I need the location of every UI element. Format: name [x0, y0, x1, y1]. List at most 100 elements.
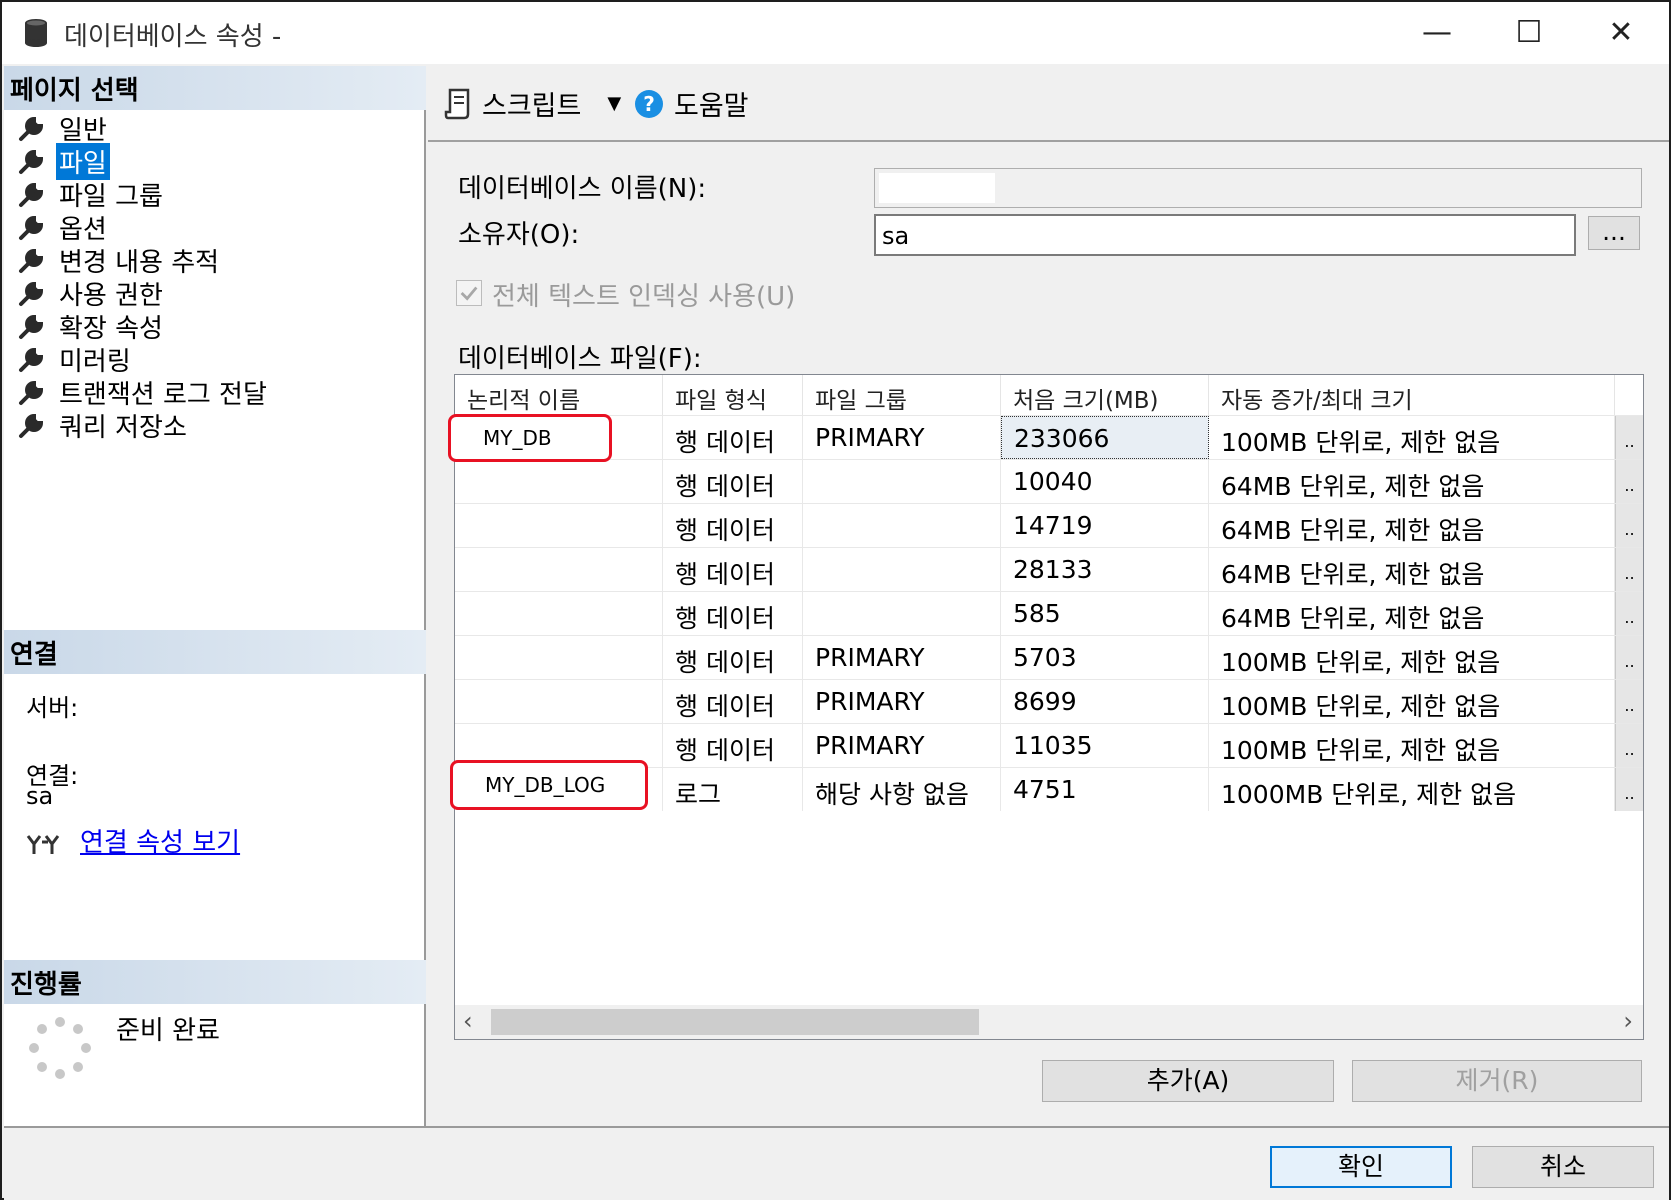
- cell-group[interactable]: 해당 사항 없음: [803, 768, 1001, 811]
- db-files-grid[interactable]: 논리적 이름파일 형식파일 그룹처음 크기(MB)자동 증가/최대 크기 MY_…: [454, 374, 1644, 1040]
- view-connection-properties-link[interactable]: 연결 속성 보기: [80, 822, 240, 859]
- column-header[interactable]: 자동 증가/최대 크기: [1209, 375, 1615, 415]
- title-bar[interactable]: 데이터베이스 속성 - — ☐ ✕: [2, 2, 1669, 64]
- cell-growth[interactable]: 100MB 단위로, 제한 없음: [1209, 680, 1615, 723]
- nav-item[interactable]: 미러링: [18, 343, 270, 377]
- table-row[interactable]: 행 데이터 28133 64MB 단위로, 제한 없음..: [455, 547, 1643, 591]
- cell-size[interactable]: 233066: [1001, 416, 1209, 459]
- cell-group[interactable]: [803, 592, 1001, 635]
- cell-growth[interactable]: 64MB 단위로, 제한 없음: [1209, 592, 1615, 635]
- cell-name[interactable]: [455, 636, 663, 679]
- cell-size[interactable]: 585: [1001, 592, 1209, 635]
- scroll-right-icon[interactable]: ›: [1623, 1007, 1633, 1035]
- script-button[interactable]: 스크립트 ▼: [444, 84, 621, 123]
- cell-group[interactable]: [803, 460, 1001, 503]
- wrench-icon: [19, 248, 44, 273]
- cell-type[interactable]: 행 데이터: [663, 460, 803, 503]
- column-header[interactable]: 논리적 이름: [455, 375, 663, 415]
- cell-size[interactable]: 11035: [1001, 724, 1209, 767]
- column-header[interactable]: 파일 형식: [663, 375, 803, 415]
- growth-edit-button[interactable]: ..: [1615, 768, 1643, 811]
- owner-browse-button[interactable]: ...: [1588, 216, 1640, 250]
- maximize-button[interactable]: ☐: [1494, 10, 1564, 56]
- table-row[interactable]: 행 데이터 585 64MB 단위로, 제한 없음..: [455, 591, 1643, 635]
- nav-item[interactable]: 트랜잭션 로그 전달: [18, 376, 270, 410]
- scroll-left-icon[interactable]: ‹: [463, 1007, 473, 1035]
- owner-input[interactable]: sa: [874, 214, 1576, 256]
- cell-group[interactable]: PRIMARY: [803, 680, 1001, 723]
- cell-growth[interactable]: 64MB 단위로, 제한 없음: [1209, 548, 1615, 591]
- cell-size[interactable]: 4751: [1001, 768, 1209, 811]
- cell-growth[interactable]: 100MB 단위로, 제한 없음: [1209, 416, 1615, 459]
- cell-name[interactable]: [455, 460, 663, 503]
- table-row[interactable]: 행 데이터 PRIMARY 5703 100MB 단위로, 제한 없음..: [455, 635, 1643, 679]
- cell-group[interactable]: PRIMARY: [803, 724, 1001, 767]
- growth-edit-button[interactable]: ..: [1615, 680, 1643, 723]
- scrollbar-thumb[interactable]: [491, 1009, 979, 1035]
- cell-growth[interactable]: 100MB 단위로, 제한 없음: [1209, 636, 1615, 679]
- table-row[interactable]: 행 데이터 14719 64MB 단위로, 제한 없음..: [455, 503, 1643, 547]
- cell-size[interactable]: 14719: [1001, 504, 1209, 547]
- cell-type[interactable]: 행 데이터: [663, 504, 803, 547]
- growth-edit-button[interactable]: ..: [1615, 636, 1643, 679]
- nav-item[interactable]: 확장 속성: [18, 310, 270, 344]
- cell-size[interactable]: 28133: [1001, 548, 1209, 591]
- script-dropdown-icon[interactable]: ▼: [607, 93, 621, 114]
- nav-item[interactable]: 옵션: [18, 211, 270, 245]
- add-button[interactable]: 추가(A): [1042, 1060, 1334, 1102]
- cell-type[interactable]: 행 데이터: [663, 416, 803, 459]
- nav-item[interactable]: 파일 그룹: [18, 178, 270, 212]
- column-header[interactable]: 파일 그룹: [803, 375, 1001, 415]
- growth-edit-button[interactable]: ..: [1615, 724, 1643, 767]
- cell-name[interactable]: [455, 504, 663, 547]
- cell-name[interactable]: [455, 548, 663, 591]
- nav-item-label: 사용 권한: [59, 281, 163, 311]
- fulltext-checkbox[interactable]: [456, 280, 482, 306]
- nav-item[interactable]: 일반: [18, 112, 270, 146]
- ok-button[interactable]: 확인: [1270, 1146, 1452, 1188]
- minimize-button[interactable]: —: [1402, 10, 1472, 56]
- table-row[interactable]: 행 데이터 PRIMARY 8699 100MB 단위로, 제한 없음..: [455, 679, 1643, 723]
- cell-group[interactable]: PRIMARY: [803, 636, 1001, 679]
- cell-group[interactable]: [803, 504, 1001, 547]
- cell-size[interactable]: 8699: [1001, 680, 1209, 723]
- nav-item[interactable]: 변경 내용 추적: [18, 244, 270, 278]
- nav-item[interactable]: 쿼리 저장소: [18, 409, 270, 443]
- horizontal-scrollbar[interactable]: ‹ ›: [455, 1005, 1643, 1039]
- help-button[interactable]: ? 도움말: [634, 84, 749, 123]
- cell-group[interactable]: [803, 548, 1001, 591]
- growth-edit-button[interactable]: ..: [1615, 504, 1643, 547]
- remove-button[interactable]: 제거(R): [1352, 1060, 1642, 1102]
- nav-item[interactable]: 사용 권한: [18, 277, 270, 311]
- table-row[interactable]: MY_DB행 데이터PRIMARY233066100MB 단위로, 제한 없음.…: [455, 415, 1643, 459]
- growth-edit-button[interactable]: ..: [1615, 416, 1643, 459]
- progress-header: 진행률: [4, 960, 426, 1004]
- cell-type[interactable]: 행 데이터: [663, 680, 803, 723]
- script-label: 스크립트: [482, 91, 582, 122]
- cell-type[interactable]: 행 데이터: [663, 548, 803, 591]
- growth-edit-button[interactable]: ..: [1615, 548, 1643, 591]
- cell-growth[interactable]: 64MB 단위로, 제한 없음: [1209, 460, 1615, 503]
- cell-growth[interactable]: 1000MB 단위로, 제한 없음: [1209, 768, 1615, 811]
- nav-item-label: 변경 내용 추적: [59, 248, 220, 278]
- cell-name[interactable]: [455, 592, 663, 635]
- cancel-button[interactable]: 취소: [1472, 1146, 1654, 1188]
- cell-growth[interactable]: 64MB 단위로, 제한 없음: [1209, 504, 1615, 547]
- cell-type[interactable]: 행 데이터: [663, 636, 803, 679]
- cell-name[interactable]: [455, 680, 663, 723]
- cell-group[interactable]: PRIMARY: [803, 416, 1001, 459]
- cell-type[interactable]: 로그: [663, 768, 803, 811]
- nav-item[interactable]: 파일: [18, 143, 270, 180]
- cell-size[interactable]: 10040: [1001, 460, 1209, 503]
- cell-type[interactable]: 행 데이터: [663, 724, 803, 767]
- database-icon: [25, 19, 47, 47]
- cell-size[interactable]: 5703: [1001, 636, 1209, 679]
- growth-edit-button[interactable]: ..: [1615, 592, 1643, 635]
- close-button[interactable]: ✕: [1586, 10, 1656, 56]
- table-row[interactable]: 행 데이터 10040 64MB 단위로, 제한 없음..: [455, 459, 1643, 503]
- cell-growth[interactable]: 100MB 단위로, 제한 없음: [1209, 724, 1615, 767]
- cell-type[interactable]: 행 데이터: [663, 592, 803, 635]
- growth-edit-button[interactable]: ..: [1615, 460, 1643, 503]
- column-header[interactable]: 처음 크기(MB): [1001, 375, 1209, 415]
- db-name-field[interactable]: [874, 168, 1642, 208]
